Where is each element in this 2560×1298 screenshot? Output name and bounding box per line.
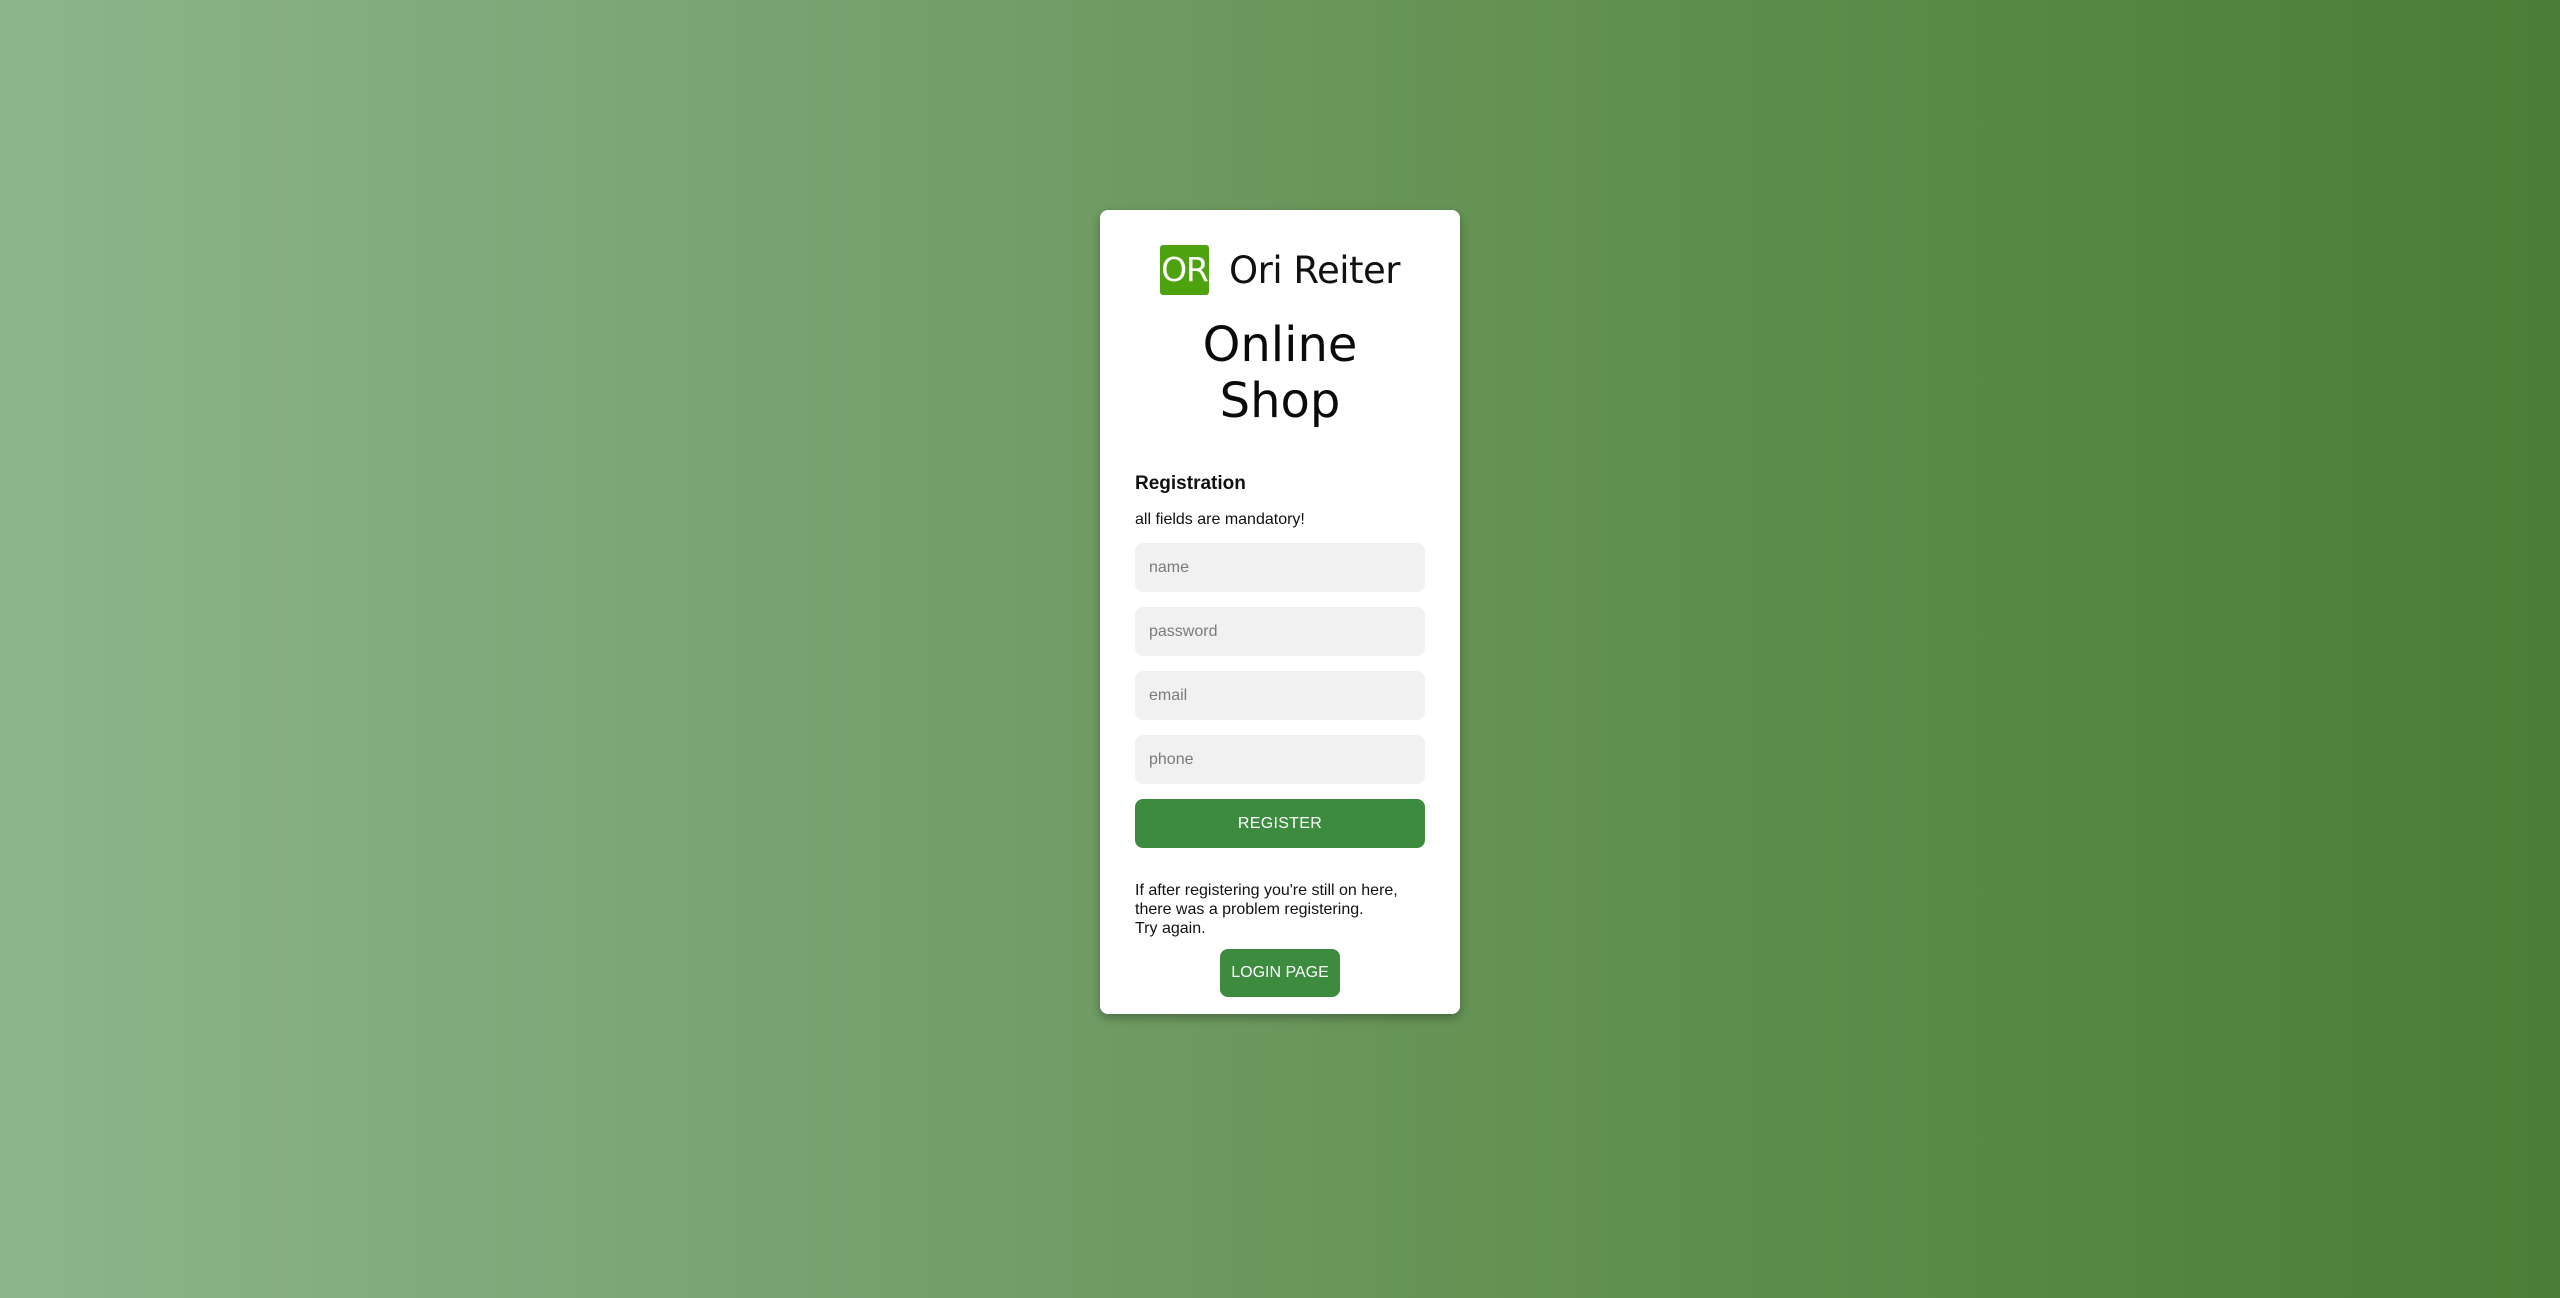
phone-input[interactable] — [1135, 735, 1425, 784]
registration-heading: Registration — [1135, 473, 1246, 494]
brand-logo-icon: OR — [1160, 245, 1210, 295]
note-line1: If after registering you're still on her… — [1135, 882, 1398, 899]
password-input[interactable] — [1135, 607, 1425, 656]
registration-card: OR Ori Reiter Online Shop Registration a… — [1100, 210, 1460, 1014]
note-line3: Try again. — [1135, 920, 1206, 937]
note-line2: there was a problem registering. — [1135, 901, 1364, 918]
page-title-line1: Online — [1202, 317, 1358, 373]
register-button[interactable]: REGISTER — [1135, 799, 1425, 848]
page-title-line2: Shop — [1219, 373, 1341, 429]
email-input[interactable] — [1135, 671, 1425, 720]
page-title: Online Shop — [1135, 317, 1425, 429]
brand-header: OR Ori Reiter — [1135, 245, 1425, 295]
name-input[interactable] — [1135, 543, 1425, 592]
login-page-button[interactable]: LOGIN PAGE — [1220, 949, 1340, 997]
brand-name: Ori Reiter — [1229, 248, 1400, 292]
mandatory-note: all fields are mandatory! — [1135, 511, 1305, 528]
registration-form: REGISTER — [1135, 543, 1425, 848]
registration-problem-note: If after registering you're still on her… — [1135, 881, 1425, 938]
